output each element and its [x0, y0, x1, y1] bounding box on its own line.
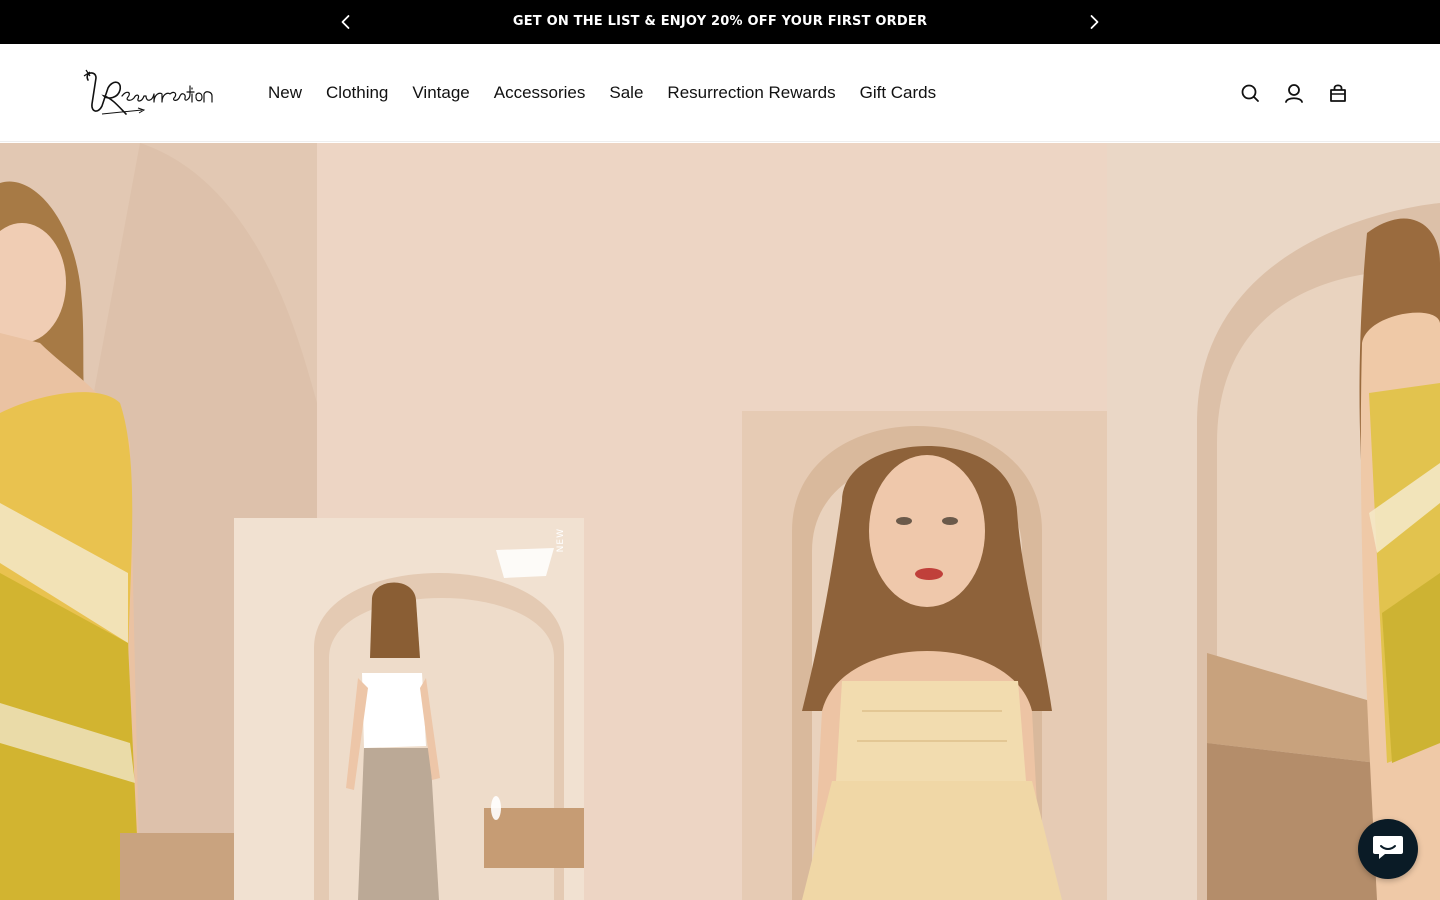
nav-item-gift-cards[interactable]: Gift Cards — [860, 83, 937, 103]
nav-item-clothing[interactable]: Clothing — [326, 83, 388, 103]
main-nav: New Clothing Vintage Accessories Sale Re… — [268, 44, 960, 142]
hero-banner[interactable]: NEW — [0, 143, 1440, 900]
chevron-right-icon[interactable] — [1084, 12, 1104, 32]
nav-item-accessories[interactable]: Accessories — [494, 83, 586, 103]
chat-widget-button[interactable] — [1358, 819, 1418, 879]
cart-icon[interactable] — [1326, 81, 1350, 105]
nav-item-new[interactable]: New — [268, 83, 302, 103]
hero-photo-center[interactable] — [742, 411, 1107, 900]
brand-logo[interactable] — [82, 66, 222, 122]
header-tools — [1238, 81, 1370, 105]
hero-photo-mid[interactable] — [234, 518, 584, 900]
search-icon[interactable] — [1238, 81, 1262, 105]
nav-item-sale[interactable]: Sale — [609, 83, 643, 103]
chat-icon — [1371, 832, 1405, 867]
new-tag: NEW — [556, 528, 566, 553]
announcement-text[interactable]: GET ON THE LIST & ENJOY 20% OFF YOUR FIR… — [0, 0, 1440, 44]
nav-item-vintage[interactable]: Vintage — [412, 83, 469, 103]
announcement-bar: GET ON THE LIST & ENJOY 20% OFF YOUR FIR… — [0, 0, 1440, 44]
hero-photo-right[interactable] — [1107, 143, 1440, 900]
site-header: New Clothing Vintage Accessories Sale Re… — [0, 44, 1440, 142]
account-icon[interactable] — [1282, 81, 1306, 105]
nav-item-rewards[interactable]: Resurrection Rewards — [667, 83, 835, 103]
